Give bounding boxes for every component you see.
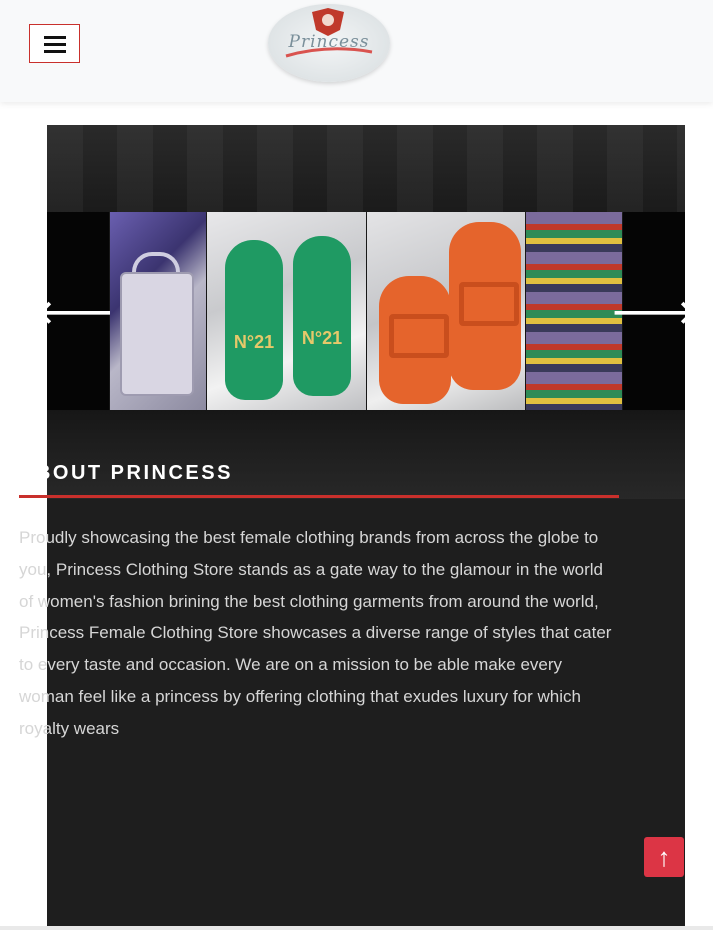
sandal-strap-logo [459,282,519,326]
product-carousel: 🡐 N°21 N°21 🡒 [47,125,685,499]
page-bottom-edge [0,926,713,930]
site-header: Princess [0,0,713,102]
carousel-item-green-sandals[interactable]: N°21 N°21 [207,212,366,410]
about-heading: ABOUT PRINCESS [19,462,233,484]
hamburger-menu-icon [44,50,66,53]
hamburger-menu-icon [44,36,66,39]
orange-sandal-left [379,276,451,404]
hamburger-menu-icon [44,43,66,46]
carousel-item-orange-sandals[interactable] [367,212,525,410]
carousel-background-building [47,125,685,213]
green-sandal-left: N°21 [225,240,283,400]
green-sandal-right: N°21 [293,236,351,396]
arrow-right-icon: 🡒 [611,293,685,330]
carousel-item-shoe-store[interactable] [526,212,622,410]
arrow-up-icon: ↑ [657,841,671,872]
logo-wordmark: Princess [288,32,370,52]
heading-divider [19,495,619,498]
sandal-strap-logo [389,314,449,358]
carousel-prev-button[interactable]: 🡐 [47,212,121,410]
hamburger-menu-button[interactable] [29,24,80,63]
logo-face [322,14,334,26]
about-section: ABOUT PRINCESS Proudly showcasing the be… [19,462,619,762]
about-paragraph: Proudly showcasing the best female cloth… [19,528,612,738]
sandal-strap-label: N°21 [233,332,275,352]
handbag-image [120,272,194,396]
carousel-next-button[interactable]: 🡒 [611,212,685,410]
orange-sandal-right [449,222,521,390]
carousel-item-handbag[interactable] [110,212,206,410]
back-to-top-button[interactable]: ↑ [644,837,684,877]
sandal-strap-label: N°21 [301,328,343,348]
brand-logo[interactable]: Princess [268,4,390,82]
